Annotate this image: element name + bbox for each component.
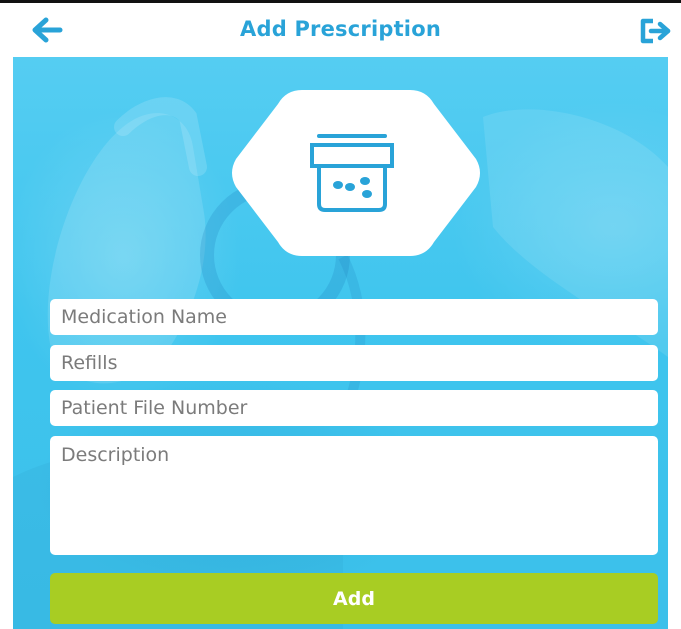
hero-panel: Add (13, 57, 668, 629)
patient-file-number-input[interactable] (50, 390, 658, 426)
description-textarea[interactable] (50, 436, 658, 555)
logout-button[interactable] (639, 16, 673, 46)
refills-input[interactable] (50, 345, 658, 381)
prescription-badge (232, 90, 480, 256)
page-title: Add Prescription (240, 17, 441, 41)
logout-icon (640, 18, 671, 44)
app-header: Add Prescription (0, 3, 681, 57)
medication-name-input[interactable] (50, 299, 658, 335)
add-button[interactable]: Add (50, 573, 658, 624)
